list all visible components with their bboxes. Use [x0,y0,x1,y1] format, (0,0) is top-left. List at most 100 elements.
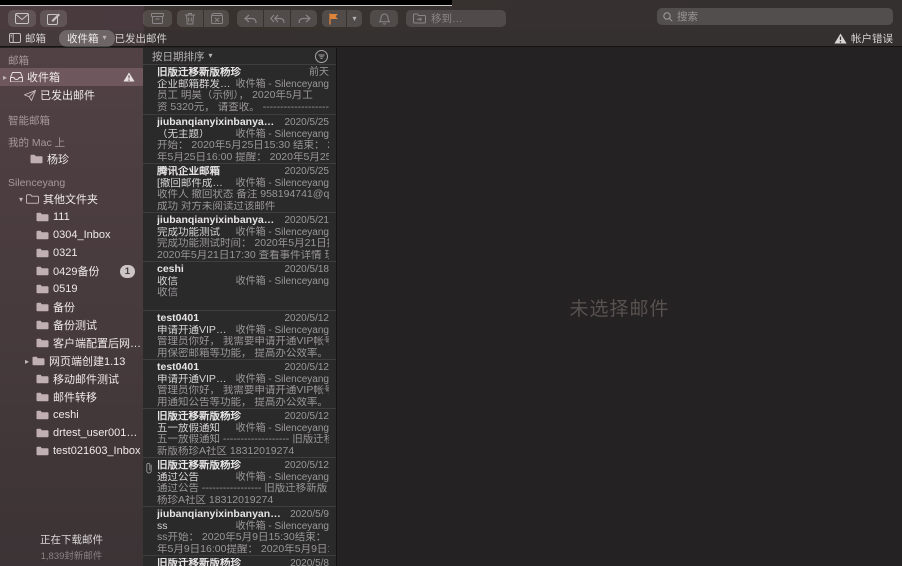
folder-icon [36,374,49,384]
mail-list-item[interactable]: test04012020/5/12 申请开通VIP帐号收件箱 - Silence… [143,359,336,408]
sidebar-item-inbox[interactable]: ▸ 收件箱 [0,68,143,86]
sidebar-folder[interactable]: 0321 [0,244,143,262]
mail-list-item[interactable]: 旧版迁移新版杨珍2020/5/12 通过公告收件箱 - Silenceyang … [143,457,336,506]
sidebar-item-label: 客户端配置后网页... [53,335,143,351]
sidebar-folder[interactable]: ▸ 网页端创建1.13 [0,352,143,370]
mail-list-item[interactable]: jiubanqianyixinbanyangzhe...2020/5/21 完成… [143,212,336,261]
envelope-icon [15,13,29,24]
sidebar-item-label: 其他文件夹 [43,191,98,207]
mail-list-item[interactable]: jiubanqianyixinbanyangzhen...2020/5/9 ss… [143,506,336,555]
mail-preview: 管理员你好， 我需要申请开通VIP帐号， 使 [157,336,329,348]
tab-inbox[interactable]: 收件箱 ▾ [59,30,115,47]
mail-date: 2020/5/8 [290,558,329,566]
move-to-label: 移到… [431,11,463,26]
section-mailboxes: 邮箱 [0,54,143,68]
sidebar-folder[interactable]: 备份 [0,298,143,316]
mail-subject: 完成功能测试 [157,227,232,239]
download-status: 正在下载邮件 1,839封新邮件 [0,532,143,566]
folder-icon [36,302,49,312]
sidebar-folder[interactable]: 111 [0,208,143,226]
folder-icon [36,230,49,240]
sort-by-button[interactable]: 按日期排序 [152,49,205,64]
reply-button[interactable] [237,10,263,27]
content-area: 邮箱 ▸ 收件箱 已发出邮件 智能邮箱 我的 Mac 上 [0,48,902,566]
mail-list-item[interactable]: jiubanqianyixinbanyangzhe...2020/5/25 （无… [143,114,336,163]
flag-menu-button[interactable]: ▾ [347,10,362,27]
sidebar-item-other-folders[interactable]: ▾ 其他文件夹 [0,190,143,208]
sidebar-item-label: ceshi [53,409,79,421]
sidebar-folder[interactable]: ceshi [0,406,143,424]
junk-button[interactable] [204,10,229,27]
mail-list-item[interactable]: 旧版迁移新版杨珍前天 企业邮箱群发模版 (1)收件箱 - Silenceyang… [143,65,336,114]
sidebar-item-label: 111 [53,211,70,223]
mail-mailbox: 收件箱 - Silenceyang [236,374,329,386]
mail-subject: 收信 [157,276,232,288]
warning-icon[interactable] [123,72,135,82]
sidebar-toggle-icon [9,33,21,43]
mail-list-item[interactable]: 腾讯企业邮箱2020/5/25 [撤回邮件成功] (无主...收件箱 - Sil… [143,163,336,212]
sidebar-item-label: 移动邮件测试 [53,371,119,387]
mail-sender: test0401 [157,362,281,374]
mail-list-item[interactable]: ceshi2020/5/18 收信收件箱 - Silenceyang 收信 [143,261,336,310]
sidebar-folder[interactable]: test021603_Inbox [0,442,143,460]
mail-list-item[interactable]: 旧版迁移新版杨珍2020/5/12 五一放假通知收件箱 - Silenceyan… [143,408,336,457]
no-message-selected-text: 未选择邮件 [569,294,669,321]
filter-icon[interactable] [315,50,328,63]
mute-button[interactable] [370,10,398,27]
mail-preview: 成功 对方未阅读过该邮件 [157,201,329,213]
mailbox-list-toggle[interactable]: 邮箱 [9,31,46,46]
sidebar-item-label: 0321 [53,247,77,259]
folder-icon [36,338,49,348]
sidebar-folder[interactable]: 0429备份 1 [0,262,143,280]
reply-icon [244,14,257,24]
sidebar-folder[interactable]: 备份测试 [0,316,143,334]
compose-button[interactable] [40,10,67,27]
sidebar-folder[interactable]: 邮件转移 [0,388,143,406]
mail-sender: ceshi [157,264,281,276]
delete-junk-group [177,10,229,27]
sidebar-folder[interactable]: 0519 [0,280,143,298]
favorites-bar: 邮箱 收件箱 ▾ 已发出邮件 帐户错误 [0,30,902,47]
flag-icon [329,13,339,25]
paper-plane-icon [24,90,36,101]
warning-icon [834,33,847,44]
mail-mailbox: 收件箱 - Silenceyang [236,227,329,239]
disclosure-triangle-icon[interactable]: ▾ [16,195,26,204]
sidebar-folder[interactable]: 0304_Inbox [0,226,143,244]
get-mail-button[interactable] [8,10,36,27]
mail-mailbox: 收件箱 - Silenceyang [236,79,329,91]
mail-subject: 申请开通VIP帐号 [157,374,232,386]
account-error-label: 帐户错误 [851,31,893,46]
sidebar-item-sent[interactable]: 已发出邮件 [0,86,143,104]
sidebar-folder[interactable]: 客户端配置后网页... [0,334,143,352]
section-account-silenceyang: Silenceyang [0,176,143,190]
flag-button[interactable] [322,10,346,27]
trash-icon [185,13,195,25]
mail-mailbox: 收件箱 - Silenceyang [236,129,329,141]
search-input[interactable] [677,11,887,23]
move-to-button[interactable]: 移到… [406,10,506,27]
reply-all-icon [270,14,285,24]
folder-icon [36,446,49,456]
sidebar-folder[interactable]: 移动邮件测试 [0,370,143,388]
delete-button[interactable] [177,10,203,27]
tab-sent[interactable]: 已发出邮件 [115,31,168,46]
mail-app-window: ▾ 移到… 邮箱 收件箱 [0,0,902,566]
reply-all-button[interactable] [264,10,290,27]
folder-icon [32,356,45,366]
sidebar-folder-yangzhen[interactable]: 杨珍 [0,150,143,168]
sidebar-item-label: 已发出邮件 [40,87,95,103]
mail-preview: 年5月25日16:00 提醒： 2020年5月25日... [157,152,329,164]
folder-icon [30,154,43,164]
archive-button[interactable] [143,10,172,27]
mail-preview: 收信 [157,287,329,299]
mail-list-item[interactable]: 旧版迁移新版杨珍2020/5/8 [143,555,336,566]
account-error-button[interactable]: 帐户错误 [834,31,893,46]
folder-icon [36,392,49,402]
mail-list-item[interactable]: test04012020/5/12 申请开通VIP帐号收件箱 - Silence… [143,310,336,359]
disclosure-triangle-icon[interactable]: ▸ [22,357,32,366]
forward-button[interactable] [291,10,317,27]
search-field[interactable] [657,8,893,25]
sidebar-folder[interactable]: drtest_user001_Inbox [0,424,143,442]
disclosure-triangle-icon[interactable]: ▸ [0,73,10,82]
